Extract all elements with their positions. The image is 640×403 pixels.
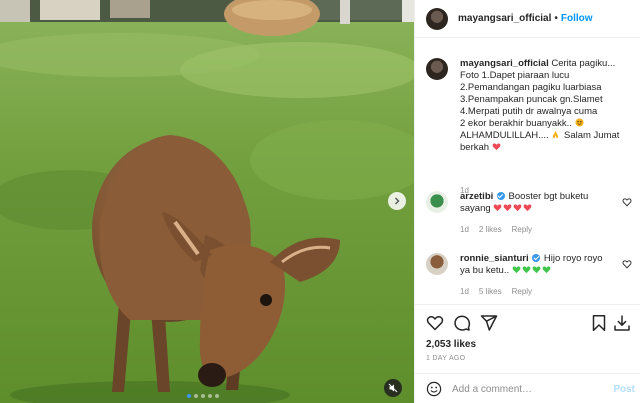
post-comment-button[interactable]: Post [613, 384, 635, 395]
green-heart-emoji-icon [522, 266, 531, 274]
post-header: mayangsari_official • Follow [415, 0, 640, 38]
reply-button[interactable]: Reply [512, 287, 532, 296]
caption-line: Foto 1.Dapet piaraan lucu [460, 70, 570, 81]
verified-badge-icon [532, 254, 541, 262]
caption-line: 3.Penampakan puncak gn.Slamet [460, 94, 603, 105]
mute-icon [388, 383, 398, 393]
like-comment-heart-icon[interactable] [622, 259, 632, 269]
slide-dot [201, 394, 205, 398]
comment-line: ya bu ketu.. [460, 265, 510, 276]
comment-likes-link[interactable]: 2 likes [479, 225, 502, 234]
post-timestamp: 1 DAY AGO [426, 355, 466, 362]
smiley-emoji-icon [575, 118, 584, 127]
mute-button[interactable] [384, 379, 402, 397]
comment-age: 1d [460, 287, 469, 296]
red-heart-emoji-icon [523, 204, 532, 212]
instagram-post-modal: mayangsari_official • Follow mayangsari_… [0, 0, 640, 403]
comment-text: ronnie_sianturi Hijo royo royo ya bu ket… [460, 253, 620, 277]
slide-indicator [187, 394, 219, 398]
chevron-right-icon [395, 197, 400, 205]
likes-count[interactable]: 2,053 likes [426, 339, 476, 350]
post-actions: 2,053 likes 1 DAY AGO Post [415, 304, 640, 403]
comment-line: Booster bgt buketu [508, 191, 589, 202]
username-link[interactable]: mayangsari_official [458, 13, 551, 24]
red-heart-emoji-icon [493, 204, 502, 212]
comment-line: sayang [460, 203, 491, 214]
caption-line: ALHAMDULILLAH.... [460, 130, 549, 141]
download-icon[interactable] [613, 314, 631, 332]
avatar[interactable] [426, 58, 448, 80]
caption-line: berkah [460, 142, 490, 153]
follow-button[interactable]: Follow [561, 13, 593, 24]
caption-line: 2.Pemandangan pagiku luarbiasa [460, 82, 602, 93]
next-slide-button[interactable] [388, 192, 406, 210]
comment-icon[interactable] [453, 314, 471, 332]
avatar[interactable] [426, 191, 448, 213]
caption-line: 4.Merpati putih dr awalnya cuma [460, 106, 598, 117]
like-comment-heart-icon[interactable] [622, 197, 632, 207]
caption-text: mayangsari_official Cerita pagiku... Fot… [460, 58, 620, 154]
comment-likes-link[interactable]: 5 likes [479, 287, 502, 296]
comment-input[interactable] [452, 383, 602, 395]
red-heart-emoji-icon [513, 204, 522, 212]
praying-hands-emoji-icon [553, 130, 559, 139]
caption-line: 2 ekor berakhir buanyakk.. [460, 118, 572, 129]
deer-on-lawn-image [0, 0, 414, 403]
post-photo[interactable] [0, 0, 414, 403]
comment-text: arzetibi Booster bgt buketu sayang [460, 191, 620, 215]
comment-meta: 1d 2 likes Reply [460, 225, 532, 234]
comment-meta: 1d 5 likes Reply [460, 287, 532, 296]
avatar[interactable] [426, 253, 448, 275]
reply-button[interactable]: Reply [512, 225, 532, 234]
bookmark-icon[interactable] [590, 314, 608, 332]
green-heart-emoji-icon [512, 266, 521, 274]
red-heart-emoji-icon [492, 143, 501, 151]
post-sidebar: mayangsari_official • Follow mayangsari_… [414, 0, 640, 403]
verified-badge-icon [496, 192, 505, 200]
red-heart-emoji-icon [503, 204, 512, 212]
comment-age: 1d [460, 225, 469, 234]
avatar[interactable] [426, 7, 448, 30]
caption-username[interactable]: mayangsari_official [460, 58, 549, 69]
green-heart-emoji-icon [542, 266, 551, 274]
emoji-icon[interactable] [426, 381, 442, 397]
caption-line: Cerita pagiku... [551, 58, 616, 69]
share-icon[interactable] [480, 314, 498, 332]
comments-section[interactable]: mayangsari_official Cerita pagiku... Fot… [415, 39, 640, 304]
heart-icon[interactable] [426, 314, 444, 332]
comment-username[interactable]: arzetibi [460, 191, 493, 202]
slide-dot [194, 394, 198, 398]
caption-line: Salam Jumat [563, 130, 620, 141]
add-comment-bar: Post [415, 373, 640, 403]
action-icons [426, 314, 631, 332]
comment-username[interactable]: ronnie_sianturi [460, 253, 529, 264]
slide-dot [215, 394, 219, 398]
comment-line: Hijo royo royo [543, 253, 603, 264]
separator: • [554, 13, 558, 24]
slide-dot [208, 394, 212, 398]
slide-dot [187, 394, 191, 398]
green-heart-emoji-icon [532, 266, 541, 274]
